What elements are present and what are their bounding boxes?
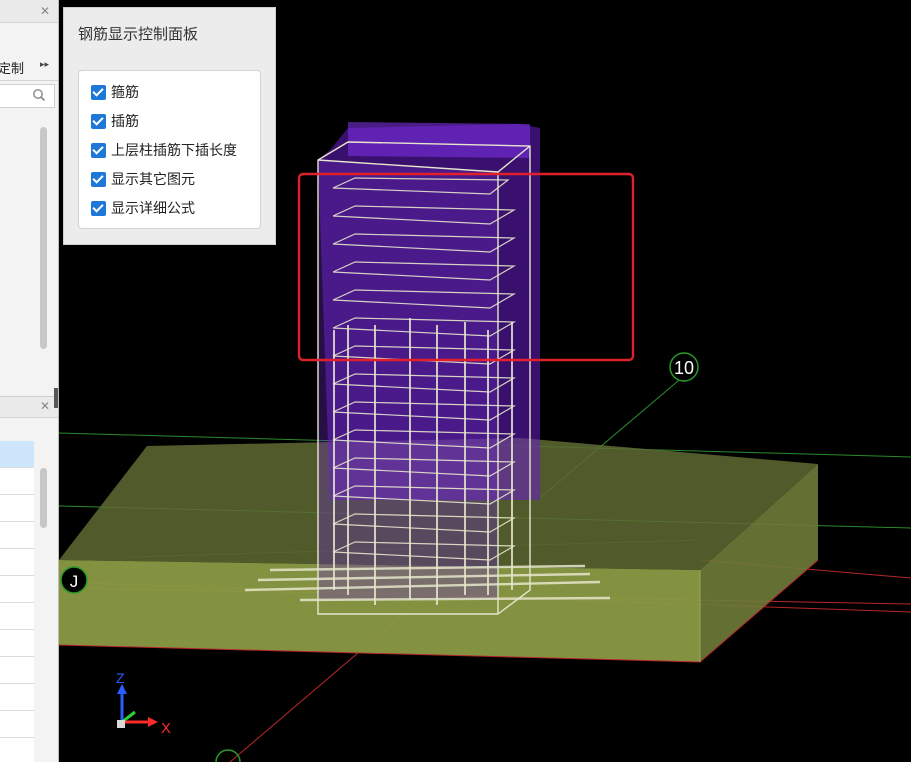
- grid-axis-marker[interactable]: 10: [669, 352, 699, 382]
- table-row[interactable]: [0, 603, 34, 630]
- left-dock-panel: ✕ 定制 ▸▸ ✕: [0, 0, 59, 762]
- checkbox-checked-icon[interactable]: [91, 142, 106, 158]
- scrollbar-thumb[interactable]: [40, 127, 47, 349]
- checkbox-show-other-elements[interactable]: 显示其它图元: [91, 168, 195, 190]
- checkbox-checked-icon[interactable]: [91, 113, 106, 129]
- axis-indicator: Z X: [116, 670, 171, 737]
- options-group: 箍筋 插筋 上层柱插筋下插长度 显示其它图元 显示详细公式: [78, 70, 261, 229]
- rebar-display-control-panel: 钢筋显示控制面板 箍筋 插筋 上层柱插筋下插长度 显示其它图元 显示详细公式: [63, 7, 276, 245]
- checkbox-label: 箍筋: [111, 85, 139, 101]
- checkbox-dowel[interactable]: 插筋: [91, 110, 139, 132]
- axis-z-label: Z: [116, 670, 125, 686]
- search-input[interactable]: [0, 84, 55, 108]
- table-row[interactable]: [0, 738, 34, 762]
- scrollbar-thumb[interactable]: [40, 468, 47, 528]
- table-row[interactable]: [0, 630, 34, 657]
- checkbox-label: 显示详细公式: [111, 201, 195, 217]
- more-arrows-icon[interactable]: ▸▸: [40, 60, 49, 70]
- axis-x-label: X: [161, 720, 171, 737]
- grid-axis-marker-left[interactable]: J: [60, 566, 88, 594]
- panel-title: 钢筋显示控制面板: [78, 25, 199, 43]
- checkbox-stirrup[interactable]: 箍筋: [91, 81, 139, 103]
- table-row[interactable]: [0, 468, 34, 495]
- checkbox-checked-icon[interactable]: [91, 84, 106, 100]
- grid-axis-letter: J: [70, 572, 79, 591]
- checkbox-checked-icon[interactable]: [91, 200, 106, 216]
- table-row[interactable]: [0, 549, 34, 576]
- panel-splitter-handle[interactable]: [54, 388, 58, 408]
- checkbox-label: 插筋: [111, 114, 139, 130]
- table-row[interactable]: [0, 522, 34, 549]
- close-icon[interactable]: ✕: [40, 400, 50, 412]
- table-row[interactable]: [0, 657, 34, 684]
- checkbox-checked-icon[interactable]: [91, 171, 106, 187]
- table-row[interactable]: [0, 576, 34, 603]
- checkbox-show-detailed-formula[interactable]: 显示详细公式: [91, 197, 195, 219]
- property-table: [0, 441, 34, 762]
- checkbox-label: 显示其它图元: [111, 172, 195, 188]
- customize-label[interactable]: 定制: [0, 58, 24, 77]
- checkbox-label: 上层柱插筋下插长度: [111, 143, 237, 159]
- table-row[interactable]: [0, 711, 34, 738]
- close-icon[interactable]: ✕: [40, 5, 50, 17]
- checkbox-upper-dowel-length[interactable]: 上层柱插筋下插长度: [91, 139, 237, 161]
- table-row[interactable]: [0, 684, 34, 711]
- grid-axis-number: 10: [674, 358, 694, 378]
- table-row[interactable]: [0, 441, 34, 468]
- search-icon[interactable]: [32, 88, 46, 102]
- table-row[interactable]: [0, 495, 34, 522]
